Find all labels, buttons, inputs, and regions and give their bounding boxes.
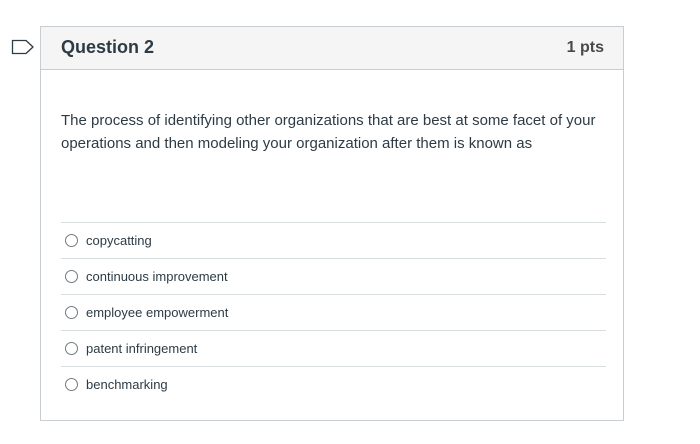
answer-option[interactable]: patent infringement: [61, 330, 606, 366]
radio-button[interactable]: [65, 234, 78, 247]
radio-button[interactable]: [65, 270, 78, 283]
radio-button[interactable]: [65, 342, 78, 355]
answer-label[interactable]: benchmarking: [86, 377, 168, 392]
flag-question-icon[interactable]: [11, 38, 35, 56]
answer-option[interactable]: benchmarking: [61, 366, 606, 402]
answer-label[interactable]: copycatting: [86, 233, 152, 248]
answer-option[interactable]: employee empowerment: [61, 294, 606, 330]
answer-option[interactable]: copycatting: [61, 222, 606, 258]
answer-option[interactable]: continuous improvement: [61, 258, 606, 294]
answer-label[interactable]: employee empowerment: [86, 305, 228, 320]
answer-label[interactable]: continuous improvement: [86, 269, 228, 284]
question-text: The process of identifying other organiz…: [61, 112, 596, 152]
question-card: Question 2 1 pts The process of identify…: [40, 26, 624, 421]
question-points: 1 pts: [566, 39, 604, 56]
answer-list: copycatting continuous improvement emplo…: [61, 222, 606, 402]
question-title: Question 2: [61, 37, 155, 57]
question-header: Question 2 1 pts: [41, 27, 623, 70]
answer-label[interactable]: patent infringement: [86, 341, 197, 356]
radio-button[interactable]: [65, 306, 78, 319]
radio-button[interactable]: [65, 378, 78, 391]
